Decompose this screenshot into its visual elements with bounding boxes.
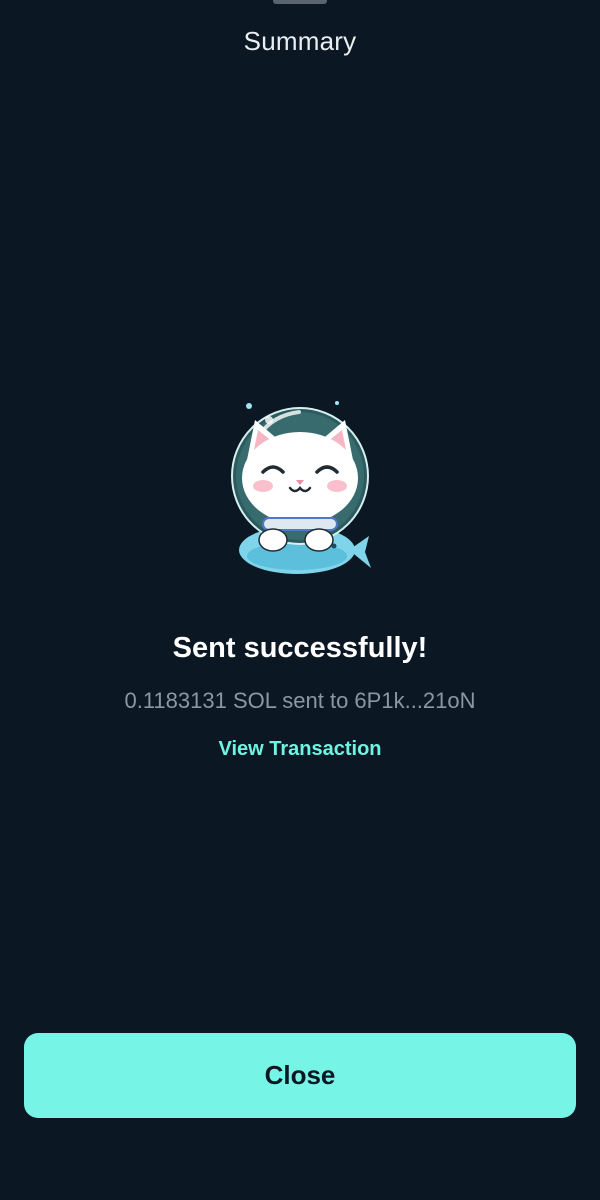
astronaut-cat-illustration (231, 401, 371, 574)
close-button[interactable]: Close (24, 1033, 576, 1118)
bottom-sheet: Summary Sent successfully! 0.1183131 SOL… (0, 0, 600, 1200)
success-headline: Sent successfully! (172, 632, 428, 664)
page-title: Summary (243, 26, 357, 56)
view-transaction-link[interactable]: View Transaction (0, 738, 600, 761)
drag-handle[interactable] (273, 0, 327, 4)
transfer-detail: 0.1183131 SOL sent to 6P1k...21oN (124, 688, 476, 713)
